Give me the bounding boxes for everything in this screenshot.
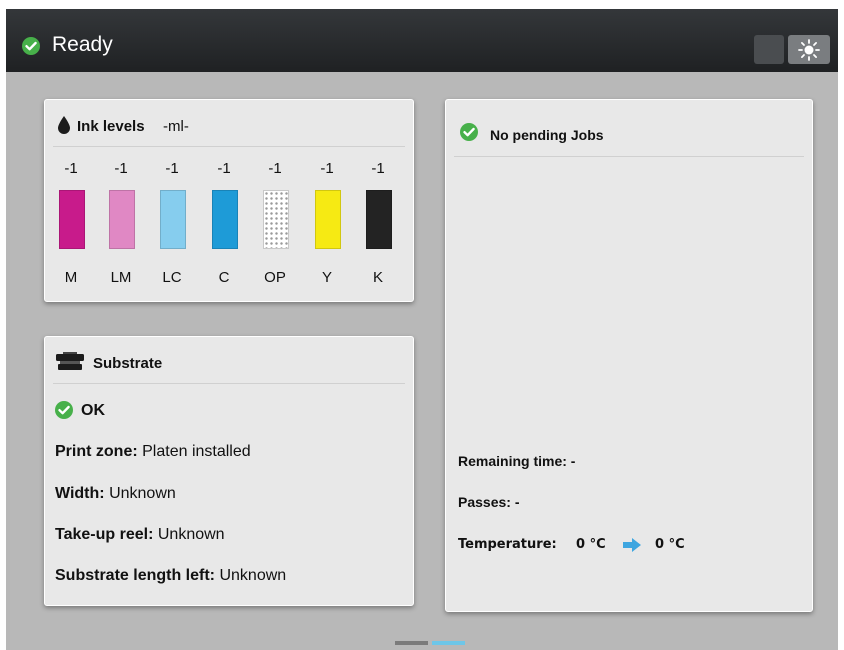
- ink-value: -1: [165, 160, 179, 177]
- ink-bar-lc: [160, 190, 186, 249]
- ink-cartridge-y[interactable]: -1 Y: [307, 160, 347, 290]
- substrate-length-label: Substrate length left:: [55, 567, 216, 584]
- ink-bar-y: [315, 190, 341, 249]
- temperature-current: 0 °C: [576, 537, 606, 552]
- substrate-title: Substrate: [93, 355, 163, 372]
- arrow-right-icon: [623, 538, 641, 552]
- ink-name: LC: [162, 269, 182, 286]
- divider: [53, 146, 405, 147]
- substrate-icon: [56, 352, 84, 370]
- ink-bar-op: [263, 190, 289, 249]
- ink-cartridge-lc[interactable]: -1 LC: [152, 160, 192, 290]
- substrate-length-row: Substrate length left: Unknown: [55, 567, 286, 585]
- passes: Passes: -: [458, 494, 520, 510]
- divider: [454, 156, 804, 157]
- ink-bar-c: [212, 190, 238, 249]
- ink-name: OP: [264, 269, 286, 286]
- ink-cartridge-c[interactable]: -1 C: [204, 160, 244, 290]
- ink-value: -1: [268, 160, 282, 177]
- ink-drop-icon: [58, 116, 70, 134]
- brightness-button[interactable]: [788, 35, 830, 64]
- ink-cartridge-k[interactable]: -1 K: [358, 160, 398, 290]
- temperature-label: Temperature:: [458, 537, 557, 552]
- jobs-panel[interactable]: No pending Jobs Remaining time: - Passes…: [445, 99, 813, 612]
- ink-value: -1: [217, 160, 231, 177]
- substrate-status: OK: [81, 402, 105, 419]
- ink-levels-title: Ink levels: [77, 118, 145, 135]
- ink-value: -1: [371, 160, 385, 177]
- jobs-title: No pending Jobs: [490, 127, 604, 143]
- ink-levels-unit: -ml-: [163, 118, 189, 135]
- temperature-target: 0 °C: [655, 537, 685, 552]
- substrate-length-value: Unknown: [219, 567, 287, 584]
- ink-bar-m: [59, 190, 85, 249]
- ink-name: K: [372, 269, 383, 286]
- main-frame: Ready Ink levels -ml- -1 M -1 LM -1 LC -…: [6, 9, 838, 650]
- printer-status: Ready: [52, 33, 113, 56]
- print-zone-label: Print zone:: [55, 443, 138, 460]
- ink-bar-k: [366, 190, 392, 249]
- page-indicator-2-active[interactable]: [432, 641, 465, 645]
- ink-name: C: [218, 269, 230, 286]
- width-label: Width:: [55, 485, 105, 502]
- ink-bar-lm: [109, 190, 135, 249]
- ink-cartridge-m[interactable]: -1 M: [51, 160, 91, 290]
- brightness-icon: [798, 39, 820, 61]
- check-circle-icon: [22, 37, 40, 55]
- ink-cartridge-lm[interactable]: -1 LM: [101, 160, 141, 290]
- print-zone-row: Print zone: Platen installed: [55, 443, 251, 461]
- ink-value: -1: [64, 160, 78, 177]
- print-zone-value: Platen installed: [142, 443, 251, 460]
- width-row: Width: Unknown: [55, 485, 176, 503]
- ink-value: -1: [320, 160, 334, 177]
- status-bar: Ready: [6, 9, 838, 72]
- check-circle-icon: [460, 123, 478, 141]
- ink-name: LM: [110, 269, 132, 286]
- remaining-time: Remaining time: -: [458, 453, 576, 469]
- ink-cartridge-op[interactable]: -1 OP: [255, 160, 295, 290]
- ink-name: M: [64, 269, 78, 286]
- width-value: Unknown: [109, 485, 176, 502]
- ink-value: -1: [114, 160, 128, 177]
- takeup-reel-label: Take-up reel:: [55, 526, 154, 543]
- page-indicator-1[interactable]: [395, 641, 428, 645]
- takeup-reel-row: Take-up reel: Unknown: [55, 526, 225, 544]
- substrate-panel[interactable]: Substrate OK Print zone: Platen installe…: [44, 336, 414, 606]
- ink-levels-panel[interactable]: Ink levels -ml- -1 M -1 LM -1 LC -1 C -1…: [44, 99, 414, 302]
- ink-name: Y: [321, 269, 332, 286]
- takeup-reel-value: Unknown: [157, 526, 225, 543]
- blank-toolbar-button[interactable]: [754, 35, 784, 64]
- divider: [53, 383, 405, 384]
- check-circle-icon: [55, 401, 73, 419]
